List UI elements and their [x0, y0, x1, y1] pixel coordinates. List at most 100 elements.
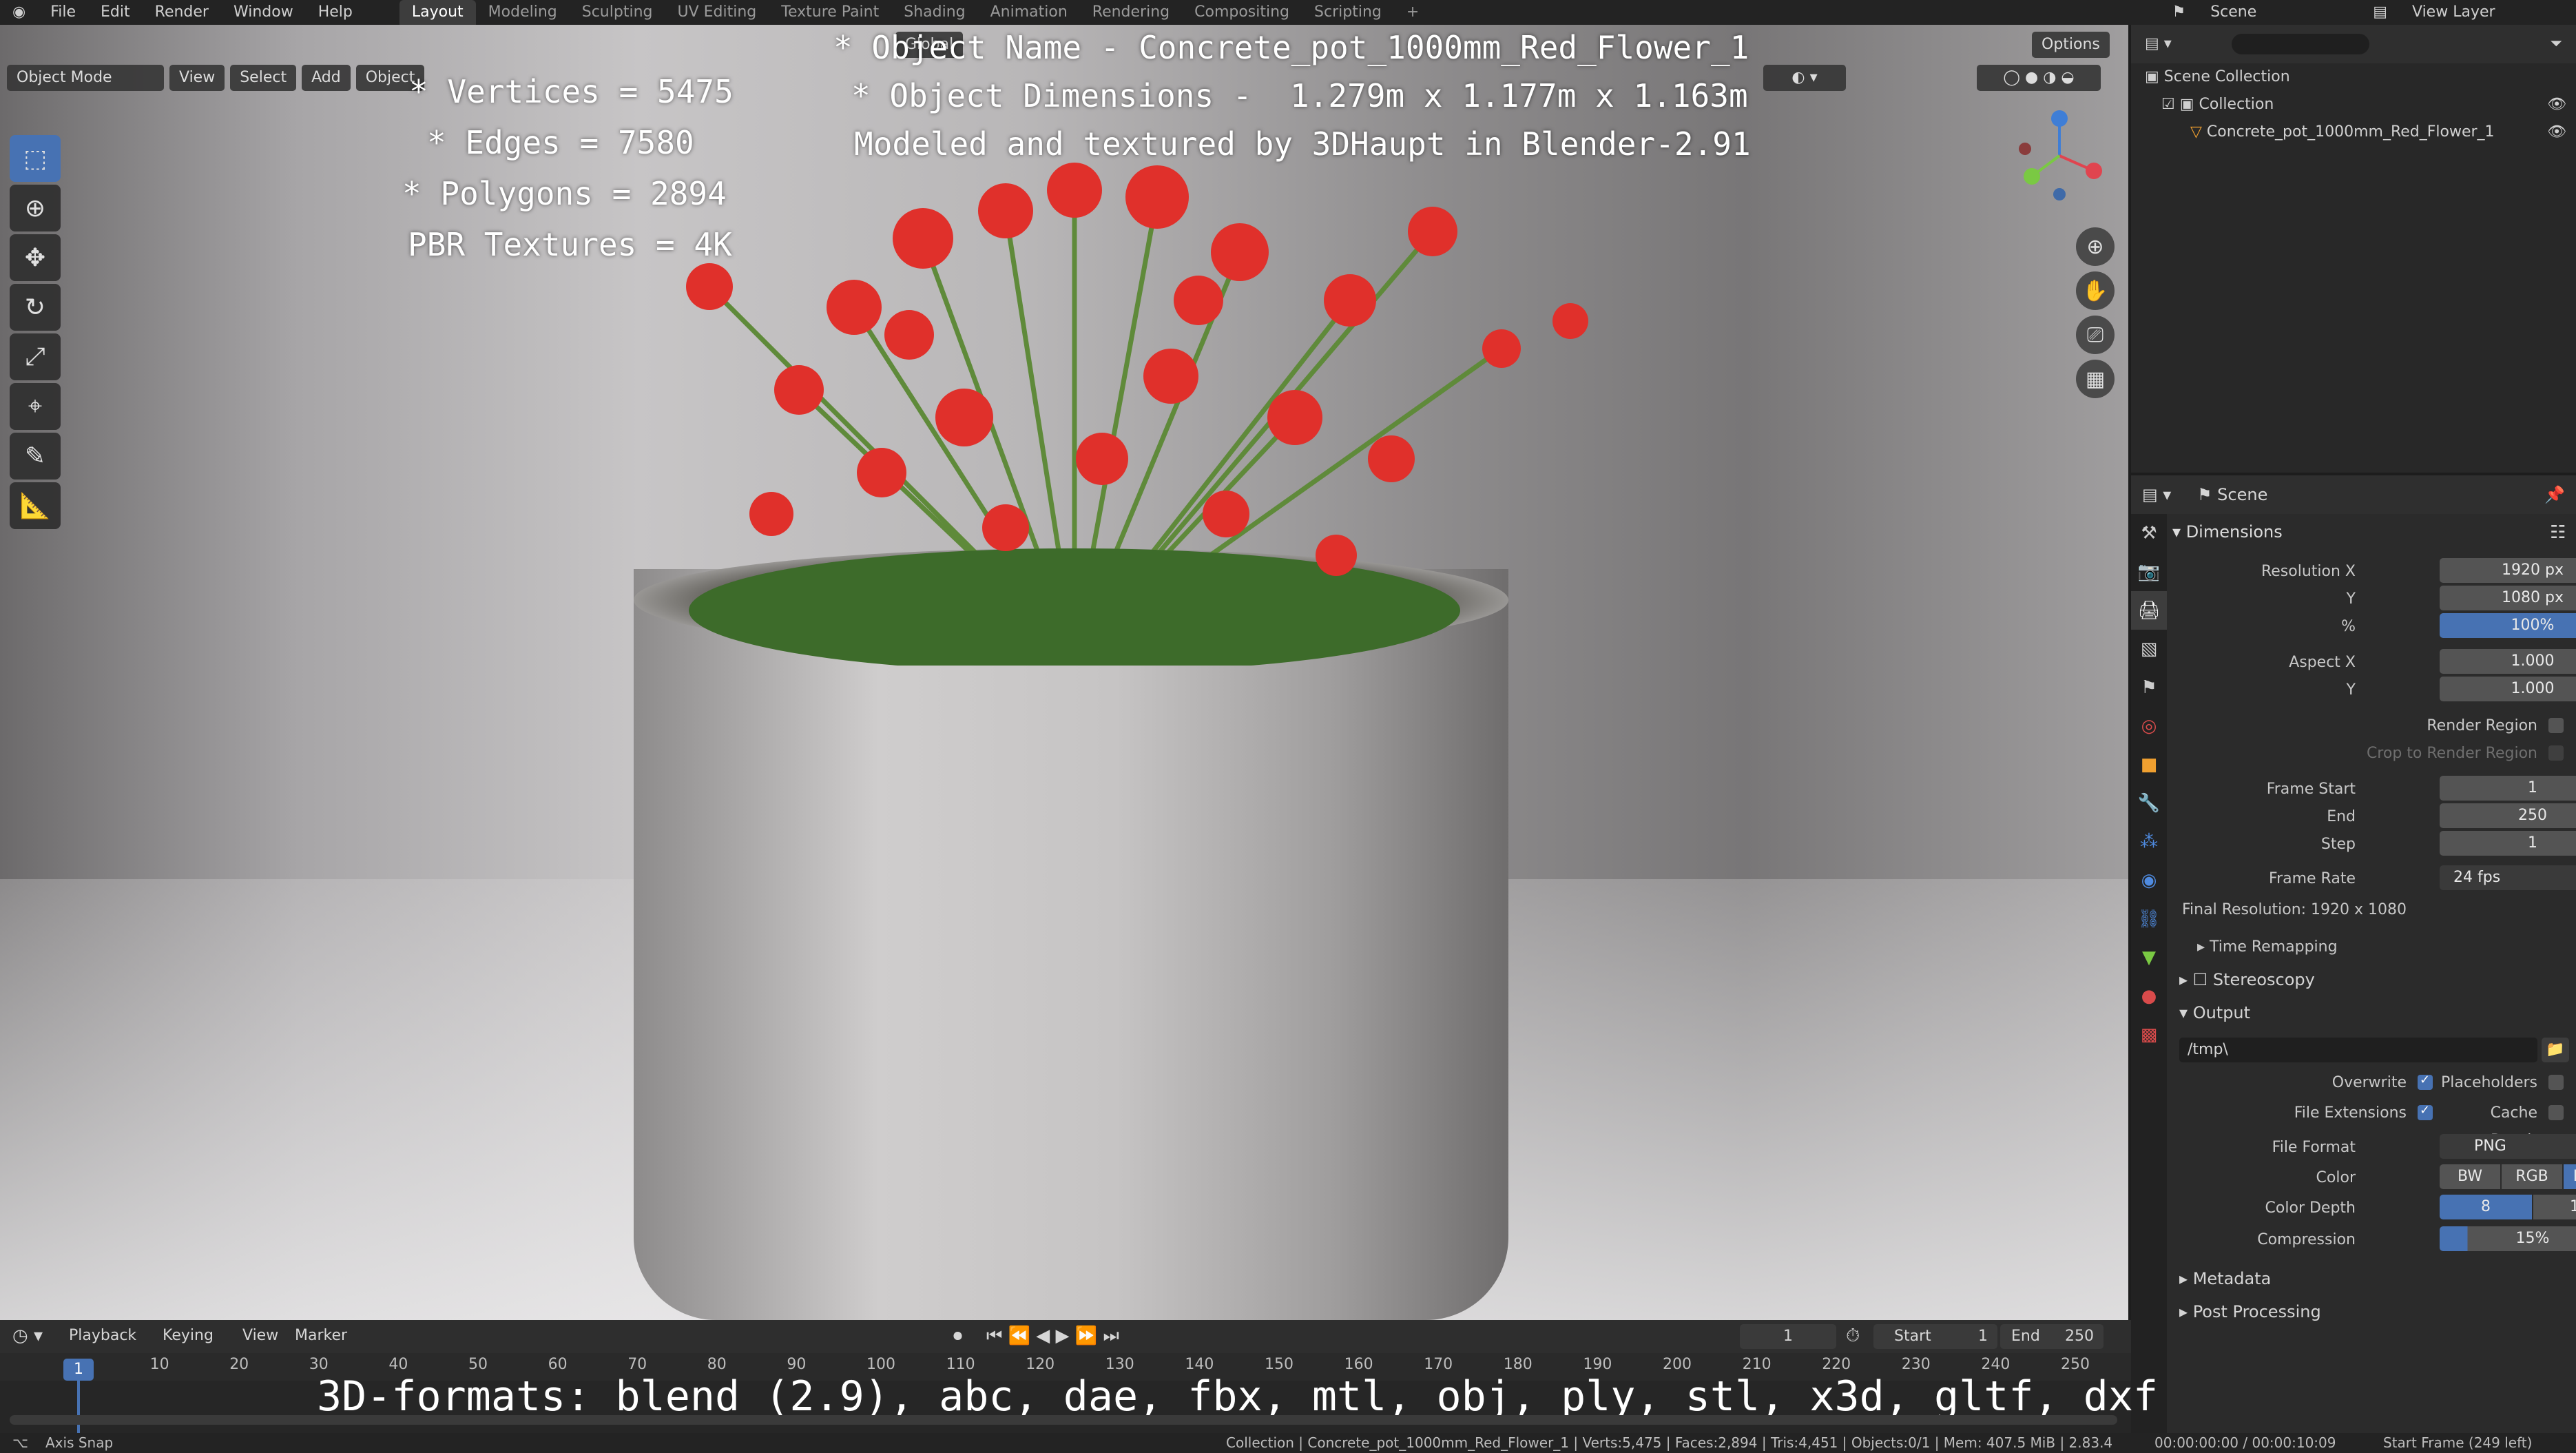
- aspect-y-field[interactable]: 1.000: [2440, 677, 2576, 701]
- eye-icon[interactable]: 👁: [2547, 118, 2566, 146]
- tab-compositing[interactable]: Compositing: [1182, 0, 1302, 25]
- menu-window[interactable]: Window: [221, 0, 306, 25]
- frame-start-field[interactable]: 1: [2440, 776, 2576, 801]
- overlays-icon[interactable]: ◐ ▾: [1763, 65, 1846, 91]
- select-box-tool-icon[interactable]: ⬚: [10, 135, 61, 182]
- frame-rate-dropdown[interactable]: 24 fps: [2440, 865, 2576, 890]
- select-menu[interactable]: Select: [230, 65, 297, 91]
- dimensions-section-header[interactable]: ▾ Dimensions: [2172, 517, 2283, 547]
- object-tab-icon[interactable]: ■: [2131, 745, 2167, 784]
- world-tab-icon[interactable]: ◎: [2131, 707, 2167, 745]
- tab-modeling[interactable]: Modeling: [476, 0, 570, 25]
- frame-end-field[interactable]: 250: [2440, 803, 2576, 828]
- blender-logo-icon[interactable]: ◉: [0, 0, 38, 25]
- timeline-scrollbar[interactable]: [10, 1415, 2117, 1425]
- outliner-search-input[interactable]: [2231, 34, 2369, 54]
- placeholders-checkbox[interactable]: [2548, 1075, 2564, 1090]
- outliner-display-icon[interactable]: ▤ ▾: [2145, 35, 2172, 52]
- resolution-y-field[interactable]: 1080 px: [2440, 586, 2576, 610]
- filter-icon[interactable]: ⏷: [2550, 25, 2562, 63]
- aspect-x-field[interactable]: 1.000: [2440, 649, 2576, 674]
- scale-tool-icon[interactable]: ⤢: [10, 333, 61, 380]
- timeline-view-menu[interactable]: View: [242, 1327, 278, 1344]
- editor-type-icon[interactable]: ▤ ▾: [2142, 485, 2171, 504]
- particles-tab-icon[interactable]: ⁂: [2131, 823, 2167, 861]
- add-workspace-icon[interactable]: +: [1394, 0, 1431, 25]
- cursor-tool-icon[interactable]: ⊕: [10, 185, 61, 231]
- pin-icon[interactable]: 📌: [2544, 475, 2565, 514]
- annotate-tool-icon[interactable]: ✎: [10, 433, 61, 480]
- marker-menu[interactable]: Marker: [295, 1327, 347, 1344]
- options-dropdown[interactable]: Options: [2032, 32, 2110, 58]
- eye-icon[interactable]: 👁: [2547, 91, 2566, 118]
- navigation-gizmo[interactable]: [2011, 107, 2108, 204]
- start-frame-field[interactable]: Start 1: [1873, 1324, 1997, 1349]
- tab-shading[interactable]: Shading: [891, 0, 977, 25]
- time-remapping-subpanel[interactable]: ▸ Time Remapping: [2197, 938, 2338, 956]
- crop-region-checkbox[interactable]: [2548, 745, 2564, 761]
- metadata-section-header[interactable]: ▸ Metadata: [2179, 1269, 2271, 1288]
- outliner-row-scene-collection[interactable]: ▣ Scene Collection: [2131, 63, 2576, 91]
- tab-scripting[interactable]: Scripting: [1302, 0, 1394, 25]
- record-icon[interactable]: ⏺: [953, 1326, 962, 1347]
- perspective-toggle-icon[interactable]: ▦: [2076, 360, 2115, 398]
- folder-icon[interactable]: 📁: [2542, 1038, 2569, 1062]
- list-icon[interactable]: ☷: [2550, 522, 2566, 543]
- 3d-viewport[interactable]: Object Mode View Select Add Object Globa…: [0, 25, 2128, 1320]
- material-tab-icon[interactable]: ●: [2131, 977, 2167, 1016]
- measure-tool-icon[interactable]: 📐: [10, 482, 61, 529]
- menu-help[interactable]: Help: [306, 0, 365, 25]
- output-path-input[interactable]: /tmp\: [2179, 1038, 2537, 1062]
- tab-rendering[interactable]: Rendering: [1080, 0, 1182, 25]
- physics-tab-icon[interactable]: ◉: [2131, 861, 2167, 900]
- checkbox-icon[interactable]: ☑: [2161, 96, 2180, 113]
- stereoscopy-section-header[interactable]: ▸ ☐ Stereoscopy: [2179, 970, 2315, 989]
- tab-texture-paint[interactable]: Texture Paint: [769, 0, 891, 25]
- compression-slider[interactable]: 15%: [2440, 1226, 2576, 1251]
- outliner-row-collection[interactable]: ☑ ▣ Collection 👁: [2131, 91, 2576, 118]
- post-processing-section-header[interactable]: ▸ Post Processing: [2179, 1302, 2321, 1321]
- object-mode-dropdown[interactable]: Object Mode: [7, 65, 164, 91]
- view-layer-tab-icon[interactable]: ▧: [2131, 630, 2167, 668]
- scene-selector[interactable]: Scene: [2198, 0, 2360, 25]
- color-rgb-button[interactable]: RGB: [2502, 1164, 2562, 1189]
- keying-menu[interactable]: Keying: [163, 1327, 214, 1344]
- constraints-tab-icon[interactable]: ⛓: [2131, 900, 2167, 938]
- menu-edit[interactable]: Edit: [88, 0, 143, 25]
- cache-result-checkbox[interactable]: [2548, 1105, 2564, 1120]
- color-bw-button[interactable]: BW: [2440, 1164, 2500, 1189]
- move-tool-icon[interactable]: ✥: [10, 234, 61, 281]
- tool-tab-icon[interactable]: ⚒: [2131, 514, 2167, 553]
- texture-tab-icon[interactable]: ▩: [2131, 1016, 2167, 1054]
- camera-view-icon[interactable]: ⎚: [2076, 316, 2115, 354]
- pan-hand-icon[interactable]: ✋: [2076, 271, 2115, 310]
- color-rgba-button[interactable]: RGBA: [2564, 1164, 2576, 1189]
- editor-type-icon[interactable]: ◷ ▾: [12, 1326, 43, 1346]
- file-format-dropdown[interactable]: PNG: [2440, 1134, 2576, 1159]
- output-tab-icon[interactable]: 🖨: [2131, 591, 2167, 630]
- view-layer-selector[interactable]: View Layer: [2400, 0, 2576, 25]
- menu-file[interactable]: File: [38, 0, 88, 25]
- playback-menu[interactable]: Playback: [69, 1327, 136, 1344]
- rotate-tool-icon[interactable]: ↻: [10, 284, 61, 331]
- tab-animation[interactable]: Animation: [978, 0, 1080, 25]
- current-frame-field[interactable]: 1: [1740, 1324, 1836, 1349]
- output-section-header[interactable]: ▾ Output: [2179, 1003, 2250, 1022]
- color-depth-16-button[interactable]: 16: [2533, 1195, 2576, 1219]
- render-region-checkbox[interactable]: [2548, 718, 2564, 733]
- file-extensions-checkbox[interactable]: [2418, 1103, 2433, 1120]
- data-tab-icon[interactable]: ▼: [2131, 938, 2167, 977]
- playback-controls-icon[interactable]: ⏮ ⏪ ◀ ▶ ⏩ ⏭: [986, 1326, 1119, 1347]
- menu-render[interactable]: Render: [143, 0, 221, 25]
- scene-tab-icon[interactable]: ⚑: [2131, 668, 2167, 707]
- transform-tool-icon[interactable]: ⌖: [10, 383, 61, 430]
- concrete-pot[interactable]: [634, 569, 1508, 1320]
- view-menu[interactable]: View: [169, 65, 225, 91]
- end-frame-field[interactable]: End 250: [2000, 1324, 2104, 1349]
- overwrite-checkbox[interactable]: [2418, 1073, 2433, 1090]
- resolution-x-field[interactable]: 1920 px: [2440, 558, 2576, 583]
- outliner-row-object[interactable]: ▽ Concrete_pot_1000mm_Red_Flower_1 👁: [2131, 118, 2576, 146]
- tab-uv-editing[interactable]: UV Editing: [665, 0, 769, 25]
- render-tab-icon[interactable]: 📷: [2131, 553, 2167, 591]
- frame-step-field[interactable]: 1: [2440, 831, 2576, 856]
